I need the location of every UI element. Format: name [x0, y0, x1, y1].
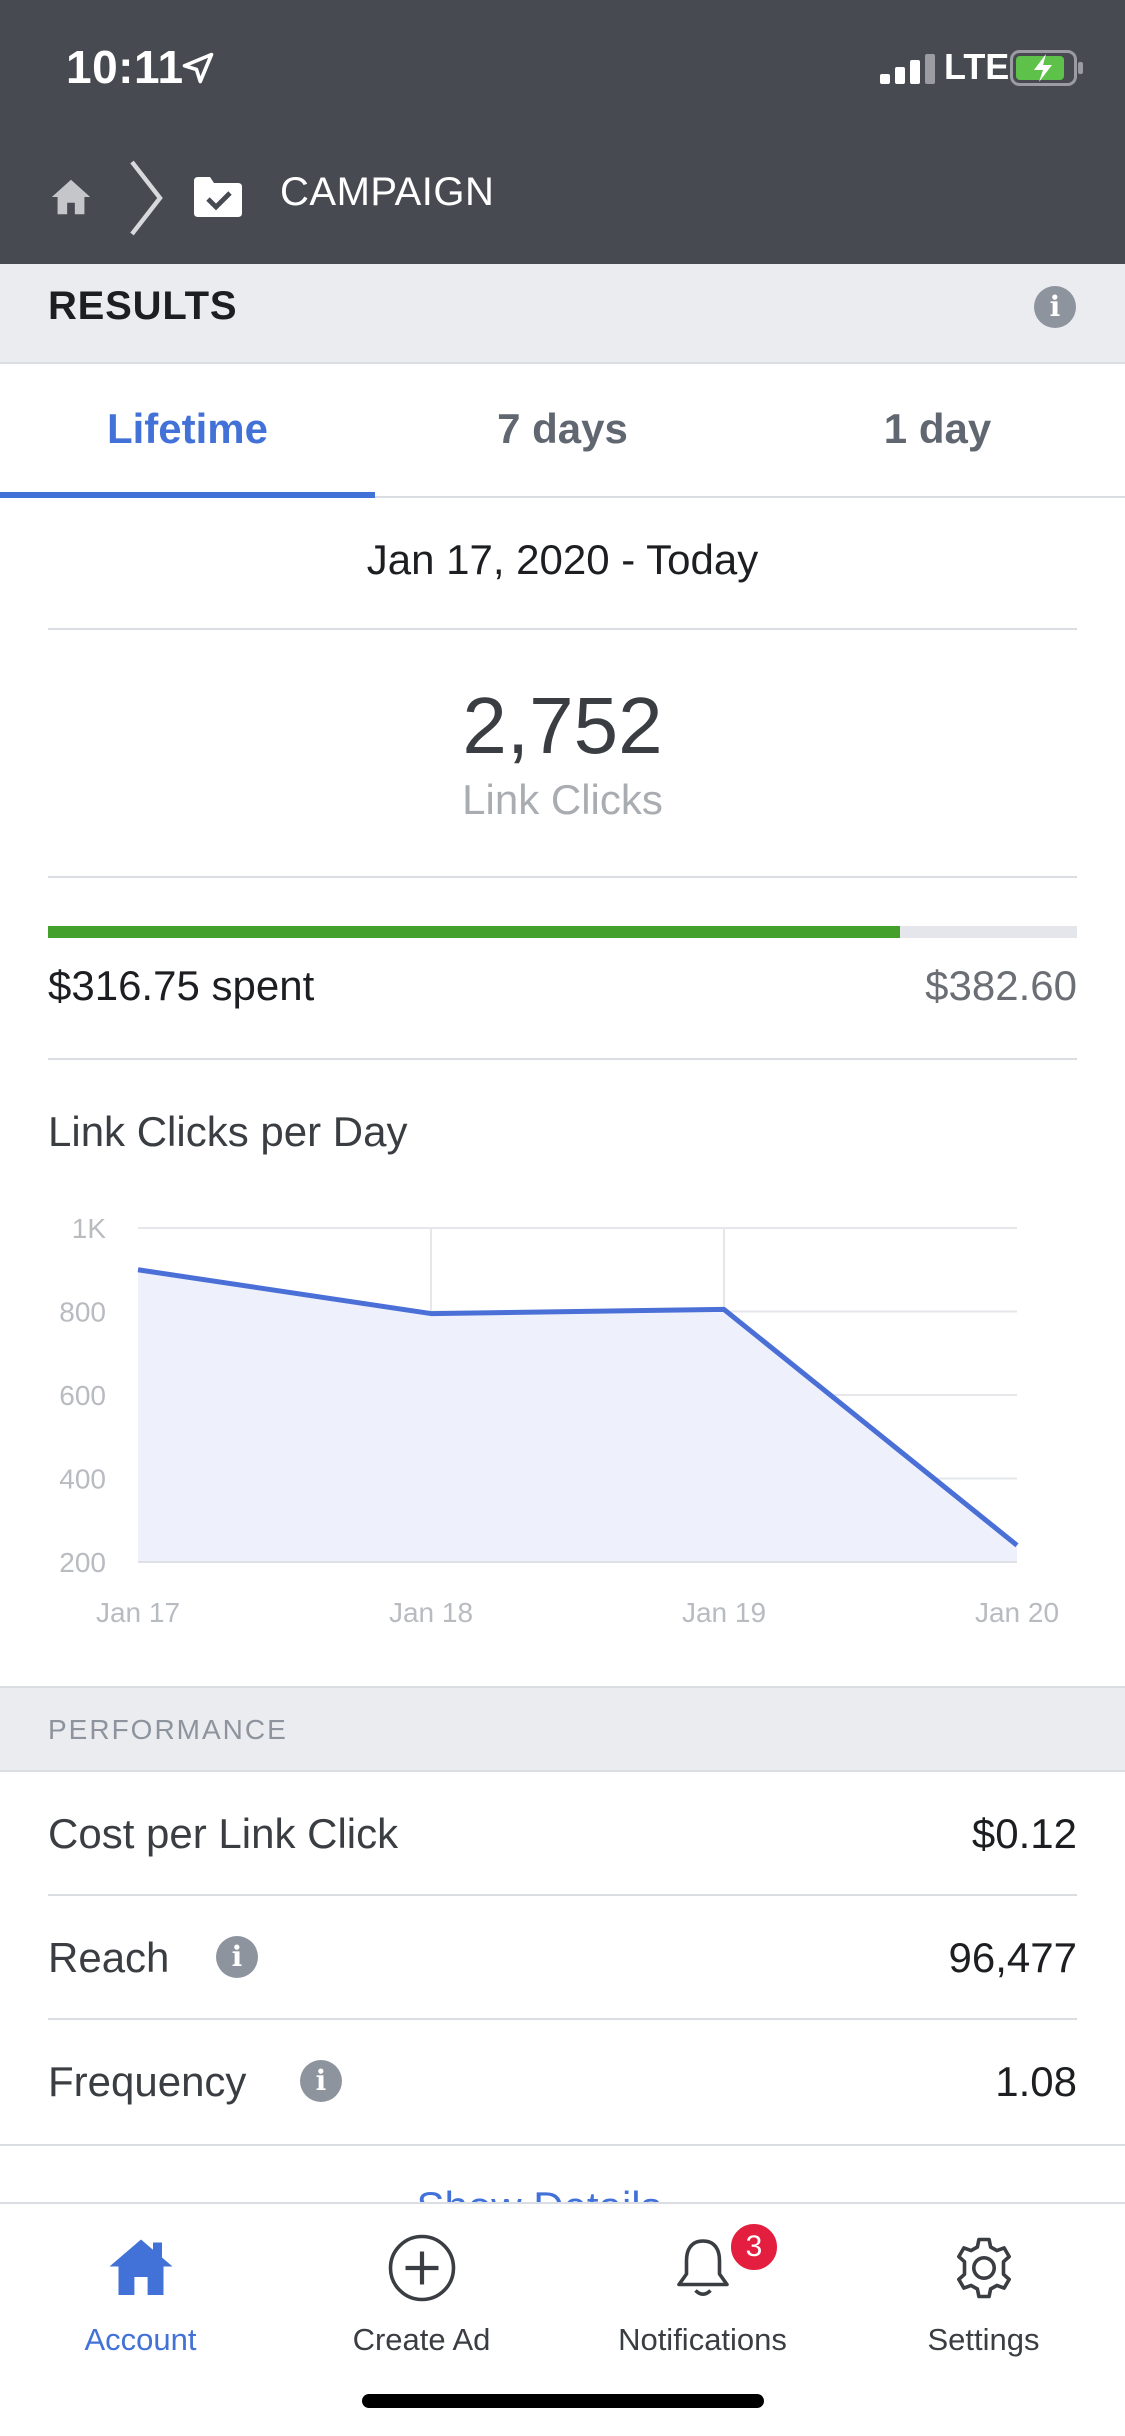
- amount-spent-suffix: spent: [211, 962, 315, 1009]
- top-bar: 10:11 LTE CAMPAIGN: [0, 0, 1125, 264]
- chart-svg: 1K 800 600 400 200 Jan 17 Jan 18 Jan 19 Jan 20: [59, 1213, 1059, 1628]
- location-arrow-icon: [182, 52, 214, 84]
- battery-charging-icon: [1010, 50, 1083, 86]
- performance-title: PERFORMANCE: [48, 1714, 288, 1745]
- perf-value: 1.08: [995, 2058, 1077, 2105]
- plus-circle-icon: [388, 2234, 456, 2302]
- campaign-folder-icon: [194, 177, 242, 217]
- network-label: LTE: [944, 46, 1010, 87]
- y-tick-label: 200: [59, 1547, 106, 1578]
- link-clicks-total: 2,752: [462, 681, 663, 770]
- show-details-link[interactable]: Show Details ⌄: [0, 2176, 1125, 2202]
- page-title: CAMPAIGN: [280, 170, 495, 214]
- chevron-right-icon: [130, 160, 163, 236]
- budget-total: $382.60: [925, 962, 1077, 1009]
- x-tick-label: Jan 19: [682, 1597, 766, 1628]
- y-tick-label: 400: [59, 1464, 106, 1495]
- perf-label: Reach: [48, 1934, 170, 1981]
- tab-notifications[interactable]: 3 Notifications: [562, 2204, 843, 2394]
- tab-label: Settings: [927, 2322, 1040, 2357]
- home-icon[interactable]: [48, 174, 94, 220]
- perf-row-frequency[interactable]: Frequency i 1.08: [48, 2020, 1077, 2144]
- tab-account[interactable]: Account: [0, 2204, 281, 2394]
- x-tick-label: Jan 20: [975, 1597, 1059, 1628]
- amount-spent-value: $316.75: [48, 962, 200, 1009]
- perf-value: $0.12: [971, 1810, 1077, 1857]
- link-clicks-label: Link Clicks: [462, 776, 663, 823]
- budget-progress-fill: [48, 926, 900, 938]
- perf-label: Cost per Link Click: [48, 1810, 399, 1857]
- divider: [48, 1058, 1077, 1060]
- perf-label: Frequency: [48, 2058, 247, 2105]
- budget-progress-bar: [48, 926, 1077, 938]
- results-title: RESULTS: [48, 284, 238, 328]
- results-section-header: RESULTS: [0, 264, 1125, 364]
- divider: [48, 876, 1077, 878]
- gear-icon: [957, 2237, 1011, 2299]
- perf-row-cost-per-link-click[interactable]: Cost per Link Click $0.12: [48, 1772, 1077, 1896]
- divider: [48, 628, 1077, 630]
- tab-settings[interactable]: Settings: [843, 2204, 1124, 2394]
- chart-title: Link Clicks per Day: [48, 1108, 408, 1155]
- home-indicator: [362, 2394, 764, 2408]
- tab-create-ad[interactable]: Create Ad: [281, 2204, 562, 2394]
- tab-label: Account: [84, 2322, 197, 2357]
- y-tick-label: 800: [59, 1297, 106, 1328]
- performance-section-header: PERFORMANCE: [0, 1686, 1125, 1772]
- signal-icon: [880, 54, 935, 84]
- show-details-label: Show Details: [417, 2183, 662, 2202]
- link-clicks-chart: 1K 800 600 400 200 Jan 17 Jan 18 Jan 19 Jan 20: [0, 1200, 1125, 1660]
- info-icon[interactable]: i: [216, 1936, 258, 1978]
- x-tick-label: Jan 18: [389, 1597, 473, 1628]
- perf-value: 96,477: [948, 1934, 1077, 1981]
- chevron-down-icon: ⌄: [673, 2183, 708, 2202]
- tab-label: Create Ad: [352, 2322, 491, 2357]
- x-tick-label: Jan 17: [96, 1597, 180, 1628]
- tab-1-day[interactable]: 1 day: [750, 364, 1125, 496]
- tab-7-days[interactable]: 7 days: [375, 364, 750, 496]
- perf-row-reach[interactable]: Reach i 96,477: [48, 1896, 1077, 2020]
- tab-label: Notifications: [618, 2322, 787, 2357]
- home-icon: [109, 2239, 173, 2295]
- divider: [0, 2144, 1125, 2146]
- notification-badge: 3: [727, 2220, 781, 2274]
- tab-lifetime[interactable]: Lifetime: [0, 364, 375, 498]
- time-range-tabs: Lifetime 7 days 1 day: [0, 364, 1125, 498]
- info-icon[interactable]: i: [300, 2060, 342, 2102]
- info-icon[interactable]: i: [1034, 286, 1076, 328]
- y-tick-label: 1K: [72, 1213, 107, 1244]
- date-range: Jan 17, 2020 - Today: [366, 536, 759, 583]
- app-screen: 10:11 LTE CAMPAIGN RESULTS i Lifetime 7 …: [0, 0, 1125, 2436]
- status-time: 10:11: [66, 41, 184, 93]
- y-tick-label: 600: [59, 1380, 106, 1411]
- amount-spent: $316.75 spent: [48, 962, 314, 1010]
